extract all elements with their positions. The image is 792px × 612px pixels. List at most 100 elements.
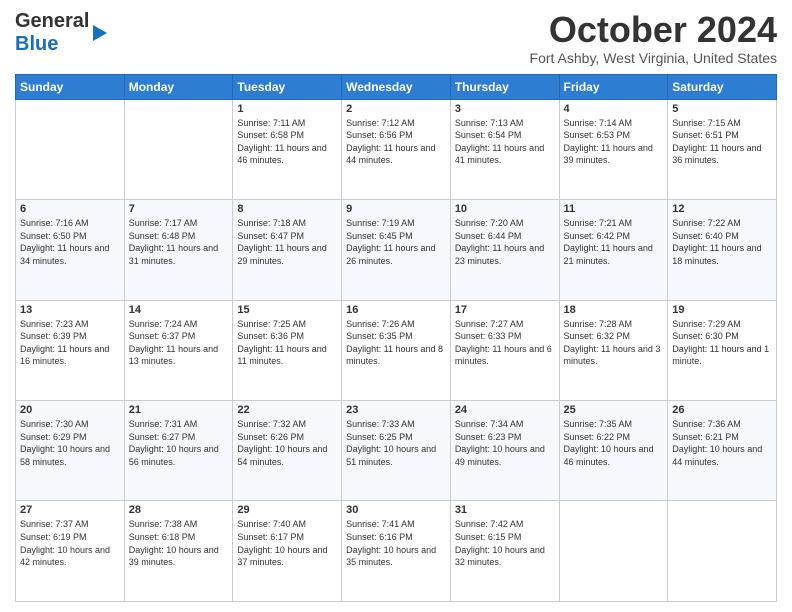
day-info: Sunrise: 7:31 AM Sunset: 6:27 PM Dayligh…: [129, 418, 229, 468]
day-number: 2: [346, 103, 446, 115]
table-row: 31 Sunrise: 7:42 AM Sunset: 6:15 PM Dayli…: [450, 501, 559, 602]
day-number: 8: [237, 203, 337, 215]
table-row: 23 Sunrise: 7:33 AM Sunset: 6:25 PM Dayli…: [342, 401, 451, 501]
col-friday: Friday: [559, 74, 668, 99]
table-row: 30 Sunrise: 7:41 AM Sunset: 6:16 PM Dayli…: [342, 501, 451, 602]
day-number: 11: [564, 203, 664, 215]
table-row: 27Sunrise: 7:37 AM Sunset: 6:19 PM Dayli…: [16, 501, 125, 602]
table-row: 28Sunrise: 7:38 AM Sunset: 6:18 PM Dayli…: [124, 501, 233, 602]
header: General Blue October 2024 Fort Ashby, We…: [15, 10, 777, 66]
location: Fort Ashby, West Virginia, United States: [530, 50, 777, 66]
day-number: 4: [564, 103, 664, 115]
day-info: Sunrise: 7:36 AM Sunset: 6:21 PM Dayligh…: [672, 418, 772, 468]
page: General Blue October 2024 Fort Ashby, We…: [0, 0, 792, 612]
day-number: 20: [20, 404, 120, 416]
day-info: Sunrise: 7:22 AM Sunset: 6:40 PM Dayligh…: [672, 217, 772, 267]
day-number: 10: [455, 203, 555, 215]
day-info: Sunrise: 7:40 AM Sunset: 6:17 PM Dayligh…: [237, 518, 337, 568]
day-number: 18: [564, 304, 664, 316]
day-number: 3: [455, 103, 555, 115]
day-number: 5: [672, 103, 772, 115]
day-info: Sunrise: 7:26 AM Sunset: 6:35 PM Dayligh…: [346, 318, 446, 368]
day-number: 23: [346, 404, 446, 416]
day-number: 12: [672, 203, 772, 215]
col-thursday: Thursday: [450, 74, 559, 99]
day-info: Sunrise: 7:25 AM Sunset: 6:36 PM Dayligh…: [237, 318, 337, 368]
day-number: 1: [237, 103, 337, 115]
day-number: 13: [20, 304, 120, 316]
day-info: Sunrise: 7:11 AM Sunset: 6:58 PM Dayligh…: [237, 117, 337, 167]
day-number: 19: [672, 304, 772, 316]
day-number: 9: [346, 203, 446, 215]
calendar-week-row: 13 Sunrise: 7:23 AM Sunset: 6:39 PM Dayli…: [16, 300, 777, 400]
col-wednesday: Wednesday: [342, 74, 451, 99]
calendar-week-row: 1 Sunrise: 7:11 AM Sunset: 6:58 PM Daylig…: [16, 99, 777, 199]
day-number: 15: [237, 304, 337, 316]
table-row: 1 Sunrise: 7:11 AM Sunset: 6:58 PM Daylig…: [233, 99, 342, 199]
day-number: 24: [455, 404, 555, 416]
day-info: Sunrise: 7:12 AM Sunset: 6:56 PM Dayligh…: [346, 117, 446, 167]
day-info: Sunrise: 7:29 AM Sunset: 6:30 PM Dayligh…: [672, 318, 772, 368]
day-info: Sunrise: 7:21 AM Sunset: 6:42 PM Dayligh…: [564, 217, 664, 267]
calendar-week-row: 20 Sunrise: 7:30 AM Sunset: 6:29 PM Dayli…: [16, 401, 777, 501]
table-row: 9Sunrise: 7:19 AM Sunset: 6:45 PM Daylig…: [342, 200, 451, 300]
day-info: Sunrise: 7:42 AM Sunset: 6:15 PM Dayligh…: [455, 518, 555, 568]
table-row: [668, 501, 777, 602]
logo-general: General: [15, 10, 89, 32]
day-info: Sunrise: 7:32 AM Sunset: 6:26 PM Dayligh…: [237, 418, 337, 468]
table-row: 14 Sunrise: 7:24 AM Sunset: 6:37 PM Dayli…: [124, 300, 233, 400]
table-row: 25 Sunrise: 7:35 AM Sunset: 6:22 PM Dayli…: [559, 401, 668, 501]
table-row: 11 Sunrise: 7:21 AM Sunset: 6:42 PM Dayli…: [559, 200, 668, 300]
day-number: 16: [346, 304, 446, 316]
day-info: Sunrise: 7:41 AM Sunset: 6:16 PM Dayligh…: [346, 518, 446, 568]
day-number: 6: [20, 203, 120, 215]
logo-blue: Blue: [15, 33, 58, 55]
table-row: [124, 99, 233, 199]
day-info: Sunrise: 7:20 AM Sunset: 6:44 PM Dayligh…: [455, 217, 555, 267]
table-row: 7 Sunrise: 7:17 AM Sunset: 6:48 PM Daylig…: [124, 200, 233, 300]
day-number: 29: [237, 504, 337, 516]
day-info: Sunrise: 7:24 AM Sunset: 6:37 PM Dayligh…: [129, 318, 229, 368]
day-number: 21: [129, 404, 229, 416]
day-info: Sunrise: 7:33 AM Sunset: 6:25 PM Dayligh…: [346, 418, 446, 468]
day-number: 7: [129, 203, 229, 215]
day-info: Sunrise: 7:13 AM Sunset: 6:54 PM Dayligh…: [455, 117, 555, 167]
table-row: 29 Sunrise: 7:40 AM Sunset: 6:17 PM Dayli…: [233, 501, 342, 602]
table-row: 26 Sunrise: 7:36 AM Sunset: 6:21 PM Dayli…: [668, 401, 777, 501]
calendar-week-row: 27Sunrise: 7:37 AM Sunset: 6:19 PM Dayli…: [16, 501, 777, 602]
table-row: 18Sunrise: 7:28 AM Sunset: 6:32 PM Dayli…: [559, 300, 668, 400]
day-number: 25: [564, 404, 664, 416]
day-number: 28: [129, 504, 229, 516]
day-info: Sunrise: 7:18 AM Sunset: 6:47 PM Dayligh…: [237, 217, 337, 267]
table-row: 20 Sunrise: 7:30 AM Sunset: 6:29 PM Dayli…: [16, 401, 125, 501]
day-info: Sunrise: 7:23 AM Sunset: 6:39 PM Dayligh…: [20, 318, 120, 368]
day-number: 14: [129, 304, 229, 316]
day-info: Sunrise: 7:15 AM Sunset: 6:51 PM Dayligh…: [672, 117, 772, 167]
day-number: 17: [455, 304, 555, 316]
day-number: 31: [455, 504, 555, 516]
calendar-week-row: 6Sunrise: 7:16 AM Sunset: 6:50 PM Daylig…: [16, 200, 777, 300]
day-info: Sunrise: 7:27 AM Sunset: 6:33 PM Dayligh…: [455, 318, 555, 368]
table-row: 13 Sunrise: 7:23 AM Sunset: 6:39 PM Dayli…: [16, 300, 125, 400]
table-row: 6Sunrise: 7:16 AM Sunset: 6:50 PM Daylig…: [16, 200, 125, 300]
day-info: Sunrise: 7:35 AM Sunset: 6:22 PM Dayligh…: [564, 418, 664, 468]
table-row: [559, 501, 668, 602]
day-number: 26: [672, 404, 772, 416]
title-block: October 2024 Fort Ashby, West Virginia, …: [530, 10, 777, 66]
day-number: 22: [237, 404, 337, 416]
table-row: 5 Sunrise: 7:15 AM Sunset: 6:51 PM Daylig…: [668, 99, 777, 199]
day-info: Sunrise: 7:30 AM Sunset: 6:29 PM Dayligh…: [20, 418, 120, 468]
col-saturday: Saturday: [668, 74, 777, 99]
table-row: 12 Sunrise: 7:22 AM Sunset: 6:40 PM Dayli…: [668, 200, 777, 300]
table-row: 15 Sunrise: 7:25 AM Sunset: 6:36 PM Dayli…: [233, 300, 342, 400]
day-info: Sunrise: 7:17 AM Sunset: 6:48 PM Dayligh…: [129, 217, 229, 267]
day-number: 30: [346, 504, 446, 516]
table-row: 24Sunrise: 7:34 AM Sunset: 6:23 PM Dayli…: [450, 401, 559, 501]
table-row: 22 Sunrise: 7:32 AM Sunset: 6:26 PM Dayli…: [233, 401, 342, 501]
logo: General Blue: [15, 10, 107, 56]
table-row: 4Sunrise: 7:14 AM Sunset: 6:53 PM Daylig…: [559, 99, 668, 199]
table-row: 17 Sunrise: 7:27 AM Sunset: 6:33 PM Dayli…: [450, 300, 559, 400]
table-row: 2 Sunrise: 7:12 AM Sunset: 6:56 PM Daylig…: [342, 99, 451, 199]
table-row: 21 Sunrise: 7:31 AM Sunset: 6:27 PM Dayli…: [124, 401, 233, 501]
month-title: October 2024: [530, 10, 777, 50]
